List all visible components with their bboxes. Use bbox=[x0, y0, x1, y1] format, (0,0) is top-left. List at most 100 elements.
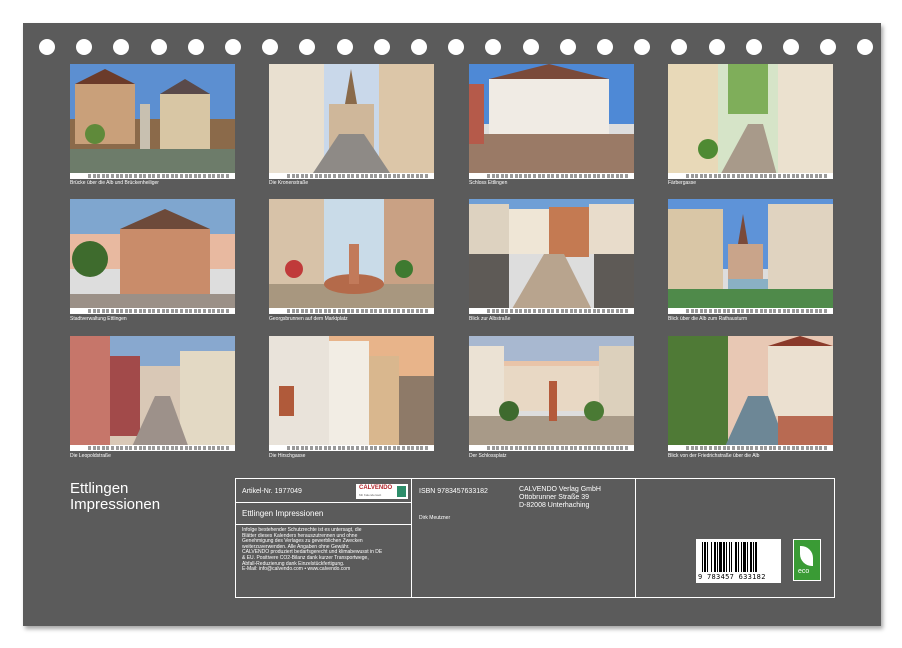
author: Dirk Meutzner bbox=[419, 515, 451, 521]
mini-calendar-day bbox=[805, 174, 809, 178]
mini-calendar-day bbox=[620, 174, 624, 178]
mini-calendar-day bbox=[514, 446, 518, 450]
mini-calendar-day bbox=[120, 446, 124, 450]
mini-calendar-day bbox=[388, 309, 392, 313]
mini-calendar-day bbox=[333, 446, 336, 450]
mini-calendar-day bbox=[745, 309, 749, 313]
mini-calendar-day bbox=[402, 174, 405, 178]
divider bbox=[635, 479, 636, 597]
photo-hirschgasse bbox=[269, 336, 434, 451]
binding-hole bbox=[150, 39, 167, 55]
mini-calendar-day bbox=[796, 309, 800, 313]
mini-calendar-day bbox=[496, 446, 500, 450]
mini-calendar-day bbox=[569, 446, 573, 450]
mini-calendar-day bbox=[319, 446, 323, 450]
mini-calendar-day bbox=[310, 174, 313, 178]
mini-calendar-day bbox=[415, 174, 419, 178]
binding-hole bbox=[820, 39, 837, 55]
mini-calendar-day bbox=[88, 174, 91, 178]
mini-calendar-day bbox=[365, 309, 369, 313]
mini-calendar-day bbox=[699, 446, 703, 450]
mini-calendar-day bbox=[101, 174, 105, 178]
mini-calendar-day bbox=[768, 174, 772, 178]
barcode-bar bbox=[735, 542, 737, 572]
barcode-bar bbox=[747, 542, 748, 572]
mini-calendar-day bbox=[189, 446, 193, 450]
mini-calendar-day bbox=[115, 174, 119, 178]
mini-calendar-day bbox=[551, 446, 555, 450]
photo-caption: Stadtverwaltung Ettlingen bbox=[70, 316, 127, 322]
mini-calendar-day bbox=[695, 446, 699, 450]
mini-calendar-day bbox=[88, 446, 91, 450]
binding-hole bbox=[448, 39, 465, 55]
mini-calendar-day bbox=[542, 174, 546, 178]
mini-calendar-day bbox=[755, 309, 758, 313]
mini-calendar-day bbox=[787, 309, 791, 313]
mini-calendar-day bbox=[718, 174, 722, 178]
mini-calendar-day bbox=[397, 446, 401, 450]
mini-calendar-day bbox=[514, 309, 518, 313]
mini-calendar-day bbox=[365, 174, 369, 178]
mini-calendar-day bbox=[741, 174, 745, 178]
mini-calendar-day bbox=[542, 446, 546, 450]
mini-calendar-day bbox=[388, 446, 392, 450]
mini-calendar-day bbox=[106, 446, 110, 450]
mini-calendar-day bbox=[773, 174, 777, 178]
mini-calendar-day bbox=[129, 446, 133, 450]
mini-calendar-day bbox=[768, 446, 772, 450]
mini-calendar-day bbox=[360, 309, 364, 313]
mini-calendar-day bbox=[690, 446, 694, 450]
mini-calendar-day bbox=[406, 446, 410, 450]
mini-calendar-day bbox=[533, 309, 536, 313]
divider bbox=[236, 524, 411, 525]
mini-calendar-day bbox=[741, 446, 745, 450]
mini-calendar-day bbox=[170, 446, 174, 450]
binding-hole bbox=[225, 39, 241, 55]
mini-calendar-day bbox=[129, 174, 133, 178]
mini-calendar-day bbox=[615, 174, 619, 178]
photo-caption: Blick über die Alb zum Rathausturm bbox=[668, 316, 748, 322]
mini-calendar-day bbox=[226, 174, 229, 178]
mini-calendar-day bbox=[397, 309, 401, 313]
mini-calendar-day bbox=[425, 174, 428, 178]
mini-calendar-day bbox=[124, 446, 128, 450]
mini-calendar-day bbox=[565, 446, 569, 450]
mini-calendar-day bbox=[166, 174, 170, 178]
mini-calendar-day bbox=[745, 174, 749, 178]
mini-calendar-day bbox=[750, 446, 754, 450]
mini-calendar-day bbox=[736, 174, 740, 178]
mini-calendar-day bbox=[750, 174, 754, 178]
mini-calendar-day bbox=[588, 446, 592, 450]
mini-calendar-day bbox=[203, 446, 206, 450]
mini-calendar-day bbox=[314, 174, 318, 178]
mini-calendar-day bbox=[500, 446, 504, 450]
mini-calendar-day bbox=[356, 174, 359, 178]
mini-calendar-day bbox=[602, 309, 605, 313]
mini-calendar-day bbox=[574, 174, 578, 178]
mini-calendar-day bbox=[620, 309, 624, 313]
mini-calendar-day bbox=[319, 309, 323, 313]
mini-calendar-day bbox=[496, 309, 500, 313]
mini-calendar-day bbox=[388, 174, 392, 178]
mini-calendar-day bbox=[97, 174, 101, 178]
mini-calendar-day bbox=[690, 309, 694, 313]
mini-calendar-day bbox=[212, 309, 216, 313]
mini-calendar-day bbox=[296, 174, 300, 178]
mini-calendar-day bbox=[300, 174, 304, 178]
mini-calendar-day bbox=[487, 309, 490, 313]
mini-calendar-day bbox=[814, 174, 818, 178]
mini-calendar-day bbox=[291, 174, 295, 178]
mini-calendar-day bbox=[374, 446, 378, 450]
mini-calendar-day bbox=[360, 174, 364, 178]
isbn: ISBN 9783457633182 bbox=[419, 488, 488, 495]
mini-calendar-day bbox=[686, 309, 689, 313]
article-number: Artikel-Nr. 1977049 bbox=[242, 488, 302, 495]
calendar-back-cover: Brücke über die Alb und Brückenheiliger … bbox=[23, 23, 881, 626]
binding-hole bbox=[336, 39, 353, 55]
mini-calendar-day bbox=[351, 309, 355, 313]
mini-calendar-day bbox=[519, 174, 523, 178]
barcode-bar bbox=[714, 542, 716, 572]
mini-calendar-day bbox=[402, 446, 405, 450]
mini-calendar-day bbox=[300, 309, 304, 313]
barcode-bar bbox=[738, 542, 739, 572]
